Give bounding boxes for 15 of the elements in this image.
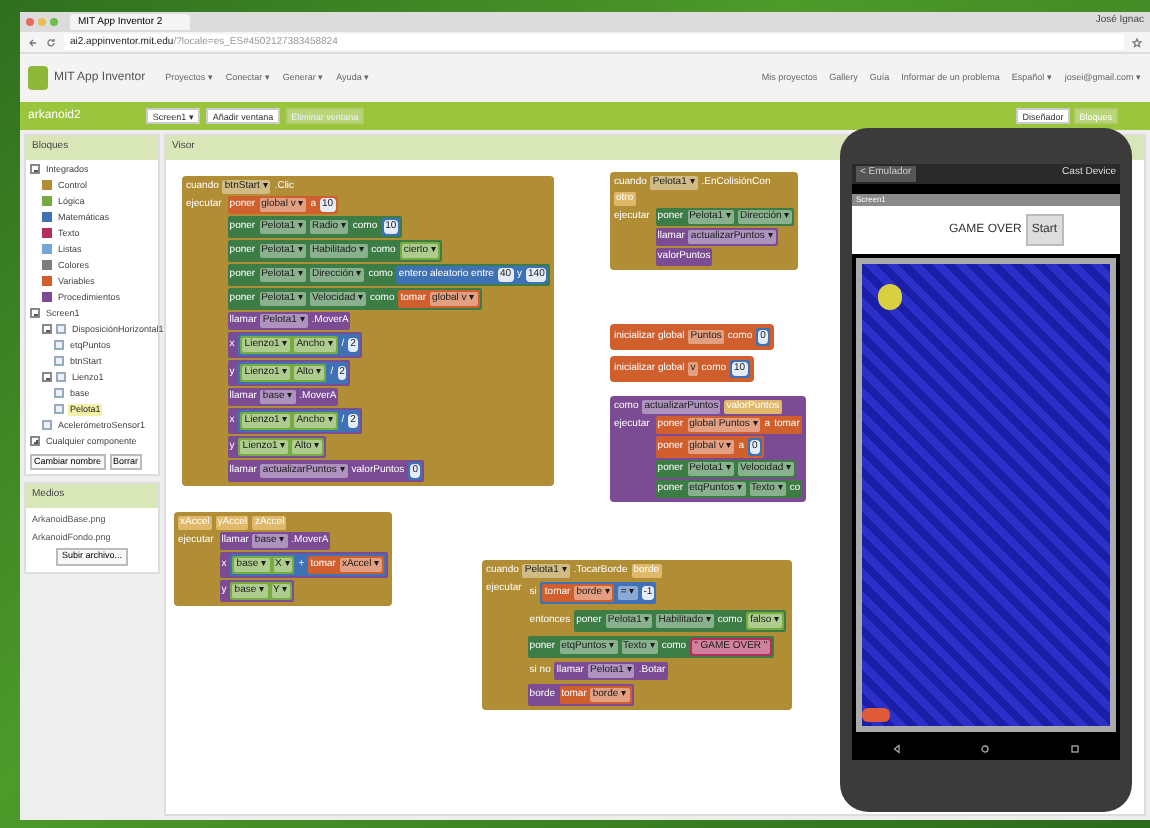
code-block[interactable] <box>482 559 793 709</box>
bookmark-star-icon[interactable] <box>1132 37 1142 47</box>
expand-icon[interactable] <box>30 436 40 446</box>
home-icon[interactable] <box>980 743 991 753</box>
collapse-icon[interactable] <box>42 324 52 334</box>
collapse-icon[interactable] <box>30 164 40 174</box>
collapse-icon[interactable] <box>42 372 52 382</box>
back-nav-icon[interactable] <box>891 743 902 753</box>
paddle <box>862 708 890 722</box>
reload-icon[interactable] <box>46 37 56 47</box>
code-block[interactable] <box>182 175 555 485</box>
app-logo-icon <box>28 66 48 90</box>
back-icon[interactable] <box>28 37 38 47</box>
collapse-icon[interactable] <box>30 308 40 318</box>
recent-apps-icon[interactable] <box>1070 743 1081 753</box>
